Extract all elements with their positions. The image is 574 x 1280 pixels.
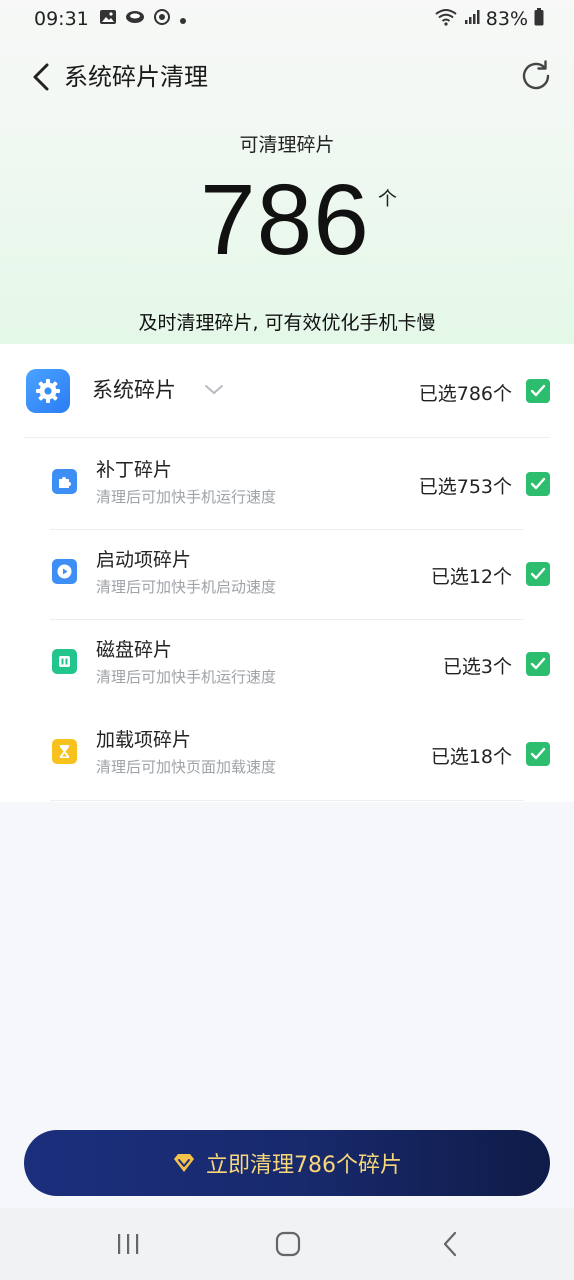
summary-count: 786 <box>200 164 370 276</box>
divider <box>24 437 550 438</box>
chevron-left-icon <box>443 1231 457 1257</box>
signal-icon <box>464 8 480 30</box>
back-button[interactable] <box>26 60 56 94</box>
gear-icon <box>26 369 70 413</box>
page-title: 系统碎片清理 <box>64 63 208 91</box>
cloud-icon <box>125 8 145 30</box>
wifi-icon <box>434 8 458 31</box>
item-title: 加载项碎片 <box>96 729 192 751</box>
summary-unit: 个 <box>378 188 398 210</box>
puzzle-icon <box>52 469 77 494</box>
item-title: 启动项碎片 <box>96 549 192 571</box>
list-item-startup[interactable]: 启动项碎片 清理后可加快手机启动速度 已选12个 <box>0 530 574 620</box>
list-item-patch[interactable]: 补丁碎片 清理后可加快手机运行速度 已选753个 <box>0 440 574 530</box>
item-subtitle: 清理后可加快手机运行速度 <box>96 488 277 506</box>
group-title: 系统碎片 <box>92 378 176 402</box>
home-button[interactable] <box>268 1228 308 1260</box>
clean-now-button[interactable]: 立即清理786个碎片 <box>24 1130 550 1196</box>
home-icon <box>275 1231 301 1257</box>
system-nav-bar <box>0 1208 574 1280</box>
fragment-list-card: 系统碎片 已选786个 补丁碎片 清理后可加快手机运行速度 已选753个 启动项… <box>0 344 574 802</box>
vpn-icon <box>153 8 171 31</box>
check-icon <box>530 567 546 580</box>
item-checkbox[interactable] <box>526 472 550 496</box>
item-title: 补丁碎片 <box>96 459 173 481</box>
recent-apps-button[interactable] <box>108 1228 148 1260</box>
hourglass-icon <box>52 739 77 764</box>
back-nav-button[interactable] <box>430 1228 470 1260</box>
item-title: 磁盘碎片 <box>96 639 173 661</box>
summary-label: 可清理碎片 <box>239 134 335 156</box>
refresh-icon <box>522 60 550 90</box>
group-row-system[interactable]: 系统碎片 已选786个 <box>0 344 574 437</box>
app-header: 系统碎片清理 <box>0 48 574 106</box>
battery-icon <box>534 7 544 31</box>
refresh-button[interactable] <box>518 58 554 94</box>
item-subtitle: 清理后可加快页面加载速度 <box>96 758 277 776</box>
recent-apps-icon <box>118 1234 139 1254</box>
check-icon <box>530 657 546 670</box>
list-item-loader[interactable]: 加载项碎片 清理后可加快页面加载速度 已选18个 <box>0 710 574 800</box>
check-icon <box>530 477 546 490</box>
divider <box>50 800 524 801</box>
item-selected-count: 已选3个 <box>442 656 512 678</box>
group-selected-count: 已选786个 <box>418 383 512 405</box>
status-right-group: 83% <box>434 0 544 38</box>
clean-now-label: 立即清理786个碎片 <box>206 1153 402 1178</box>
check-icon <box>530 384 546 397</box>
disk-icon <box>52 649 77 674</box>
summary-hint: 及时清理碎片, 可有效优化手机卡慢 <box>138 312 436 334</box>
check-icon <box>530 747 546 760</box>
item-subtitle: 清理后可加快手机运行速度 <box>96 668 277 686</box>
chevron-left-icon <box>33 63 49 91</box>
item-selected-count: 已选18个 <box>430 746 512 768</box>
item-checkbox[interactable] <box>526 562 550 586</box>
group-checkbox[interactable] <box>526 379 550 403</box>
item-selected-count: 已选12个 <box>430 566 512 588</box>
item-selected-count: 已选753个 <box>418 476 512 498</box>
status-time: 09:31 <box>34 8 89 30</box>
gallery-icon <box>99 8 117 30</box>
battery-text: 83% <box>485 8 528 30</box>
item-checkbox[interactable] <box>526 652 550 676</box>
dot-icon <box>179 8 187 30</box>
list-item-disk[interactable]: 磁盘碎片 清理后可加快手机运行速度 已选3个 <box>0 620 574 710</box>
diamond-icon <box>174 1154 194 1172</box>
play-icon <box>52 559 77 584</box>
item-subtitle: 清理后可加快手机启动速度 <box>96 578 277 596</box>
item-checkbox[interactable] <box>526 742 550 766</box>
chevron-down-icon[interactable] <box>202 380 226 400</box>
status-bar: 09:31 83% <box>0 0 574 38</box>
